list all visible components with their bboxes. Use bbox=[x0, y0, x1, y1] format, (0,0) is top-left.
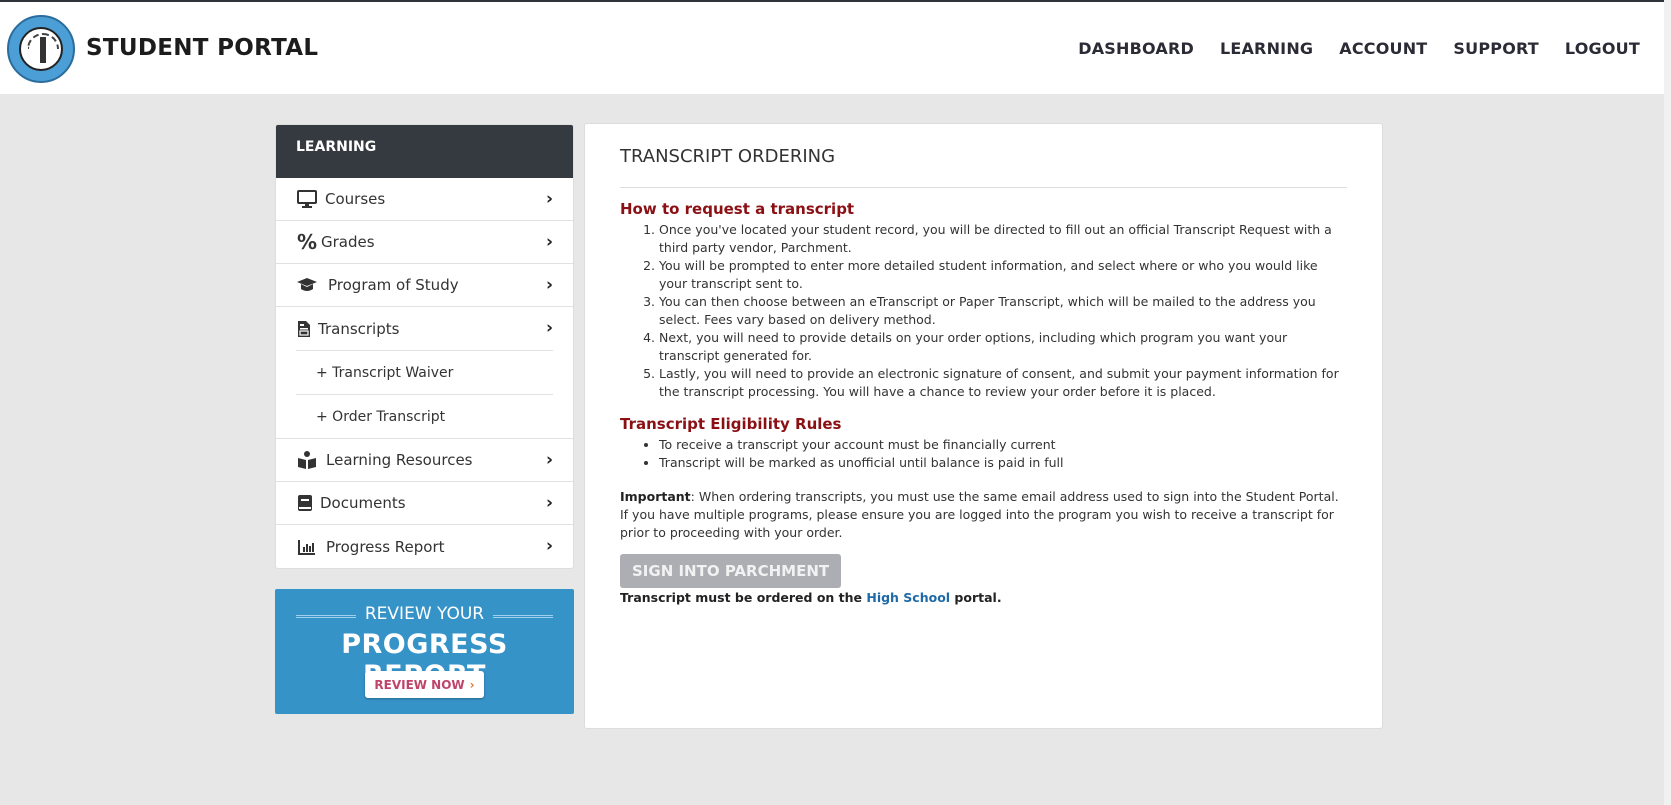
important-notice: Important: When ordering transcripts, yo… bbox=[620, 488, 1347, 542]
rules-list: To receive a transcript your account mus… bbox=[659, 436, 1347, 472]
step-item: Lastly, you will need to provide an elec… bbox=[659, 365, 1347, 401]
page-title: TRANSCRIPT ORDERING bbox=[620, 146, 1347, 188]
sidebar-item-program-of-study[interactable]: Program of Study › bbox=[276, 264, 573, 307]
nav-logout[interactable]: LOGOUT bbox=[1565, 39, 1640, 58]
learning-menu: LEARNING Courses › % Grades › Program of… bbox=[275, 124, 574, 569]
nav-dashboard[interactable]: DASHBOARD bbox=[1078, 39, 1194, 58]
high-school-link[interactable]: High School bbox=[866, 590, 950, 605]
logo-seal-icon bbox=[19, 27, 63, 71]
sidebar-item-grades[interactable]: % Grades › bbox=[276, 221, 573, 264]
transcript-ordering-panel: TRANSCRIPT ORDERING How to request a tra… bbox=[584, 123, 1383, 729]
step-item: Next, you will need to provide details o… bbox=[659, 329, 1347, 365]
sidebar-item-documents[interactable]: Documents › bbox=[276, 482, 573, 525]
chevron-right-icon: › bbox=[545, 189, 553, 209]
sidebar-item-label: Transcripts bbox=[318, 319, 400, 338]
sidebar-item-label: Learning Resources bbox=[326, 451, 473, 469]
sidebar-item-label: Courses bbox=[325, 190, 386, 208]
review-now-button[interactable]: REVIEW NOW › bbox=[365, 671, 484, 698]
sidebar-item-progress-report[interactable]: Progress Report › bbox=[276, 525, 573, 568]
logo-torch bbox=[40, 37, 46, 63]
note-suffix: portal. bbox=[950, 590, 1002, 605]
sidebar-item-transcripts[interactable]: Transcripts › bbox=[276, 307, 573, 350]
important-text: : When ordering transcripts, you must us… bbox=[620, 489, 1339, 540]
sidebar-item-label: Progress Report bbox=[326, 537, 445, 556]
step-item: You can then choose between an eTranscri… bbox=[659, 293, 1347, 329]
note-prefix: Transcript must be ordered on the bbox=[620, 590, 867, 605]
eligibility-heading: Transcript Eligibility Rules bbox=[620, 415, 842, 433]
chevron-right-icon: › bbox=[545, 450, 553, 470]
sidebar-item-label: Documents bbox=[320, 494, 406, 512]
portal-title: STUDENT PORTAL bbox=[86, 35, 319, 61]
submenu-transcript-waiver[interactable]: + Transcript Waiver bbox=[296, 350, 553, 394]
chevron-right-icon: › bbox=[469, 677, 475, 692]
chevron-right-icon: › bbox=[545, 232, 553, 252]
percent-icon: % bbox=[296, 230, 318, 254]
file-icon bbox=[296, 319, 312, 339]
rule-item: To receive a transcript your account mus… bbox=[659, 436, 1347, 454]
sidebar-item-label: Grades bbox=[321, 233, 375, 251]
reader-icon bbox=[296, 450, 318, 470]
nav-support[interactable]: SUPPORT bbox=[1453, 39, 1539, 58]
step-item: You will be prompted to enter more detai… bbox=[659, 257, 1347, 293]
nav-account[interactable]: ACCOUNT bbox=[1339, 39, 1427, 58]
how-to-heading: How to request a transcript bbox=[620, 200, 855, 218]
main-nav: DASHBOARD LEARNING ACCOUNT SUPPORT LOGOU… bbox=[1078, 39, 1640, 58]
monitor-icon bbox=[296, 189, 318, 209]
chevron-right-icon: › bbox=[545, 275, 553, 295]
chevron-right-icon: › bbox=[545, 536, 553, 556]
sidebar-heading: LEARNING bbox=[276, 125, 573, 178]
rule-item: Transcript will be marked as unofficial … bbox=[659, 454, 1347, 472]
page-scrollbar[interactable] bbox=[1664, 0, 1671, 805]
transcripts-submenu: + Transcript Waiver + Order Transcript bbox=[276, 350, 573, 439]
sidebar: LEARNING Courses › % Grades › Program of… bbox=[275, 124, 574, 714]
chevron-right-icon: › bbox=[545, 318, 553, 338]
sign-into-parchment-button[interactable]: SIGN INTO PARCHMENT bbox=[620, 554, 842, 588]
progress-report-banner[interactable]: REVIEW YOUR PROGRESS REPORT REVIEW NOW › bbox=[275, 589, 574, 714]
step-item: Once you've located your student record,… bbox=[659, 221, 1347, 257]
book-icon bbox=[296, 493, 313, 513]
nav-learning[interactable]: LEARNING bbox=[1220, 39, 1313, 58]
sidebar-item-courses[interactable]: Courses › bbox=[276, 178, 573, 221]
review-now-label: REVIEW NOW bbox=[374, 677, 465, 692]
order-note: Transcript must be ordered on the High S… bbox=[620, 590, 1347, 605]
steps-list: Once you've located your student record,… bbox=[659, 221, 1347, 401]
chevron-right-icon: › bbox=[545, 493, 553, 513]
top-header: STUDENT PORTAL DASHBOARD LEARNING ACCOUN… bbox=[0, 0, 1664, 94]
graduation-cap-icon bbox=[296, 275, 318, 295]
banner-line1: REVIEW YOUR bbox=[364, 604, 485, 624]
submenu-order-transcript[interactable]: + Order Transcript bbox=[296, 394, 553, 438]
sidebar-item-learning-resources[interactable]: Learning Resources › bbox=[276, 439, 573, 482]
important-label: Important bbox=[620, 489, 691, 504]
sidebar-item-label: Program of Study bbox=[328, 276, 459, 294]
bar-chart-icon bbox=[296, 537, 318, 557]
school-logo[interactable] bbox=[7, 15, 75, 83]
